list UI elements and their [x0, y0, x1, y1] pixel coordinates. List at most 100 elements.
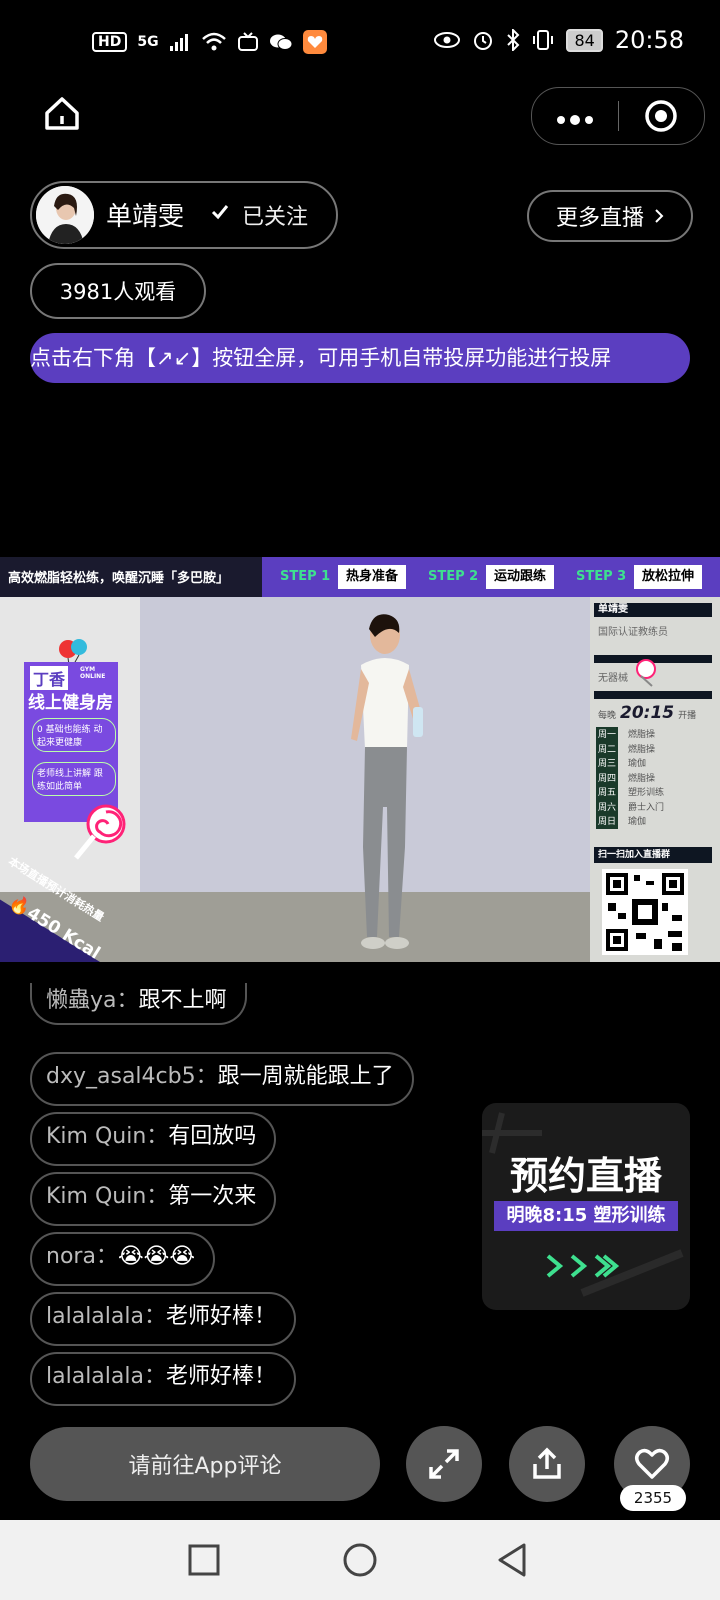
schedule-row: 周一 燃脂操 [596, 727, 664, 742]
divider-bar-2 [594, 691, 712, 699]
schedule-day: 周四 [596, 770, 619, 785]
schedule-day: 周二 [596, 741, 619, 756]
clock: 20:58 [614, 26, 684, 54]
step2-label: 运动跟练 [486, 565, 555, 589]
equipment: 无器械 [598, 673, 628, 684]
comment-item: Kim Quin：有回放吗 [30, 1112, 277, 1166]
viewer-count: 3981人观看 [30, 263, 206, 319]
home-button[interactable] [42, 94, 82, 134]
status-bar: HD 5G 84 20:58 [0, 0, 720, 86]
schedule-panel: 单靖雯 国际认证教练员 无器械 每晚 20:15 开播 周一 燃脂操 周二 燃脂操 … [590, 597, 720, 962]
comment-text: 老师好棒！ [165, 1304, 276, 1329]
fullscreen-button[interactable] [406, 1426, 482, 1502]
logo-tip-2: 老师线上讲解 跟练如此简单 [32, 762, 116, 796]
lollipop-icon [70, 802, 130, 866]
schedule-heading: 每晚 20:15 开播 [598, 703, 696, 723]
check-icon [210, 202, 230, 226]
signal-icon [169, 34, 188, 51]
comment-author: lalalalala： [46, 1304, 166, 1329]
schedule-item: 塑形训练 [628, 788, 665, 798]
schedule-day: 周五 [596, 785, 619, 800]
close-miniapp-button[interactable] [619, 99, 705, 133]
logo-top: 丁香 [30, 666, 69, 690]
logo-en: GYM ONLINE [80, 666, 106, 680]
bluetooth-icon [507, 29, 520, 51]
comment-item: lalalalala：老师好棒！ [30, 1292, 296, 1346]
more-live-label: 更多直播 [555, 206, 644, 231]
schedule-item: 燃脂操 [628, 744, 656, 755]
share-button[interactable] [509, 1426, 585, 1502]
gym-logo-panel: 丁香 GYM ONLINE 线上健身房 0 基础也能练 动起来更健康 老师线上讲… [24, 662, 118, 822]
schedule-item: 燃脂操 [628, 730, 656, 740]
status-right: 84 20:58 [434, 26, 684, 54]
triple-chevron-icon [544, 1253, 628, 1283]
promo-subtitle: 明晚8:15 塑形训练 [494, 1201, 678, 1231]
schedule-suffix: 开播 [678, 711, 697, 721]
reserve-live-card[interactable]: 预约直播 明晚8:15 塑形训练 [482, 1103, 690, 1310]
system-nav-bar [0, 1520, 720, 1600]
schedule-time: 20:15 [620, 703, 675, 723]
more-live-button[interactable]: 更多直播 [527, 190, 693, 242]
schedule-prefix: 每晚 [598, 711, 617, 721]
comment-text: 有回放吗 [168, 1124, 257, 1149]
coach-figure [325, 607, 445, 952]
comment-text: 老师好棒！ [165, 1364, 276, 1389]
coach-title: 国际认证教练员 [598, 627, 668, 638]
comment-text: 第一次来 [168, 1184, 257, 1209]
vibrate-icon [533, 30, 554, 50]
promo-title: 预约直播 [509, 1154, 662, 1198]
step3-tag: STEP 3 [576, 569, 627, 584]
comment-author: 懒蟲ya： [46, 988, 139, 1013]
video-top-banner: 高效燃脂轻松练，唤醒沉睡「多巴胺」 STEP 1 热身准备 STEP 2 运动跟… [0, 557, 720, 597]
comment-author: dxy_asal4cb5： [46, 1064, 218, 1089]
notice-marquee: 点击右下角【↗↙】按钮全屏，可用手机自带投屏功能进行投屏 [30, 333, 690, 383]
heart-icon [635, 1448, 669, 1479]
live-video[interactable]: 高效燃脂轻松练，唤醒沉睡「多巴胺」 STEP 1 热身准备 STEP 2 运动跟… [0, 557, 720, 962]
share-icon [533, 1447, 561, 1479]
schedule-row: 周五 塑形训练 [596, 785, 664, 800]
schedule-day: 周日 [596, 814, 619, 829]
avatar[interactable] [36, 186, 94, 244]
schedule-list: 周一 燃脂操 周二 燃脂操 周三 瑜伽 周四 燃脂操 周五 塑形训练 周六 爵士入门 周日瑜… [596, 727, 664, 829]
comment-input-button[interactable]: 请前往App评论 [30, 1427, 380, 1501]
schedule-row: 周三 瑜伽 [596, 756, 664, 771]
schedule-item: 瑜伽 [628, 759, 647, 769]
comment-item: Kim Quin：第一次来 [30, 1172, 277, 1226]
more-options-button[interactable] [532, 100, 618, 133]
comment-item: nora：😭😭😭 [30, 1232, 216, 1286]
schedule-day: 周一 [596, 727, 619, 742]
schedule-item: 瑜伽 [628, 817, 647, 827]
schedule-day: 周三 [596, 756, 619, 771]
comment-author: Kim Quin： [46, 1124, 169, 1149]
miniapp-capsule [531, 87, 705, 145]
step1-tag: STEP 1 [280, 569, 331, 584]
step3-label: 放松拉伸 [634, 565, 703, 589]
like-count: 2355 [620, 1485, 686, 1511]
home-nav-button[interactable] [342, 1542, 378, 1582]
square-icon [188, 1544, 220, 1576]
schedule-row: 周日 瑜伽 [596, 814, 664, 829]
logo-main: 线上健身房 [28, 693, 113, 713]
back-button[interactable] [496, 1542, 528, 1582]
banner-slogan: 高效燃脂轻松练，唤醒沉睡「多巴胺」 [8, 571, 230, 586]
network-type: 5G [137, 34, 159, 50]
qr-caption: 扫一扫加入直播群 [594, 847, 712, 863]
wechat-icon [269, 34, 293, 50]
step1-label: 热身准备 [338, 565, 407, 589]
schedule-row: 周六 爵士入门 [596, 799, 664, 814]
status-left: HD 5G [92, 30, 327, 54]
home-icon [45, 97, 79, 130]
hd-badge: HD [92, 32, 128, 52]
chevron-right-icon [655, 209, 664, 223]
comment-text: 跟不上啊 [138, 988, 227, 1013]
follow-status[interactable]: 已关注 [242, 199, 308, 231]
tv-icon [237, 32, 258, 51]
triangle-back-icon [498, 1543, 526, 1577]
notice-text: 点击右下角【↗↙】按钮全屏，可用手机自带投屏功能进行投屏 [30, 346, 612, 370]
app-badge-icon [302, 30, 327, 54]
comment-author: lalalalala： [46, 1364, 166, 1389]
recents-button[interactable] [188, 1544, 220, 1580]
schedule-day: 周六 [596, 799, 619, 814]
host-name: 单靖雯 [106, 202, 185, 232]
comment-author: Kim Quin： [46, 1184, 169, 1209]
